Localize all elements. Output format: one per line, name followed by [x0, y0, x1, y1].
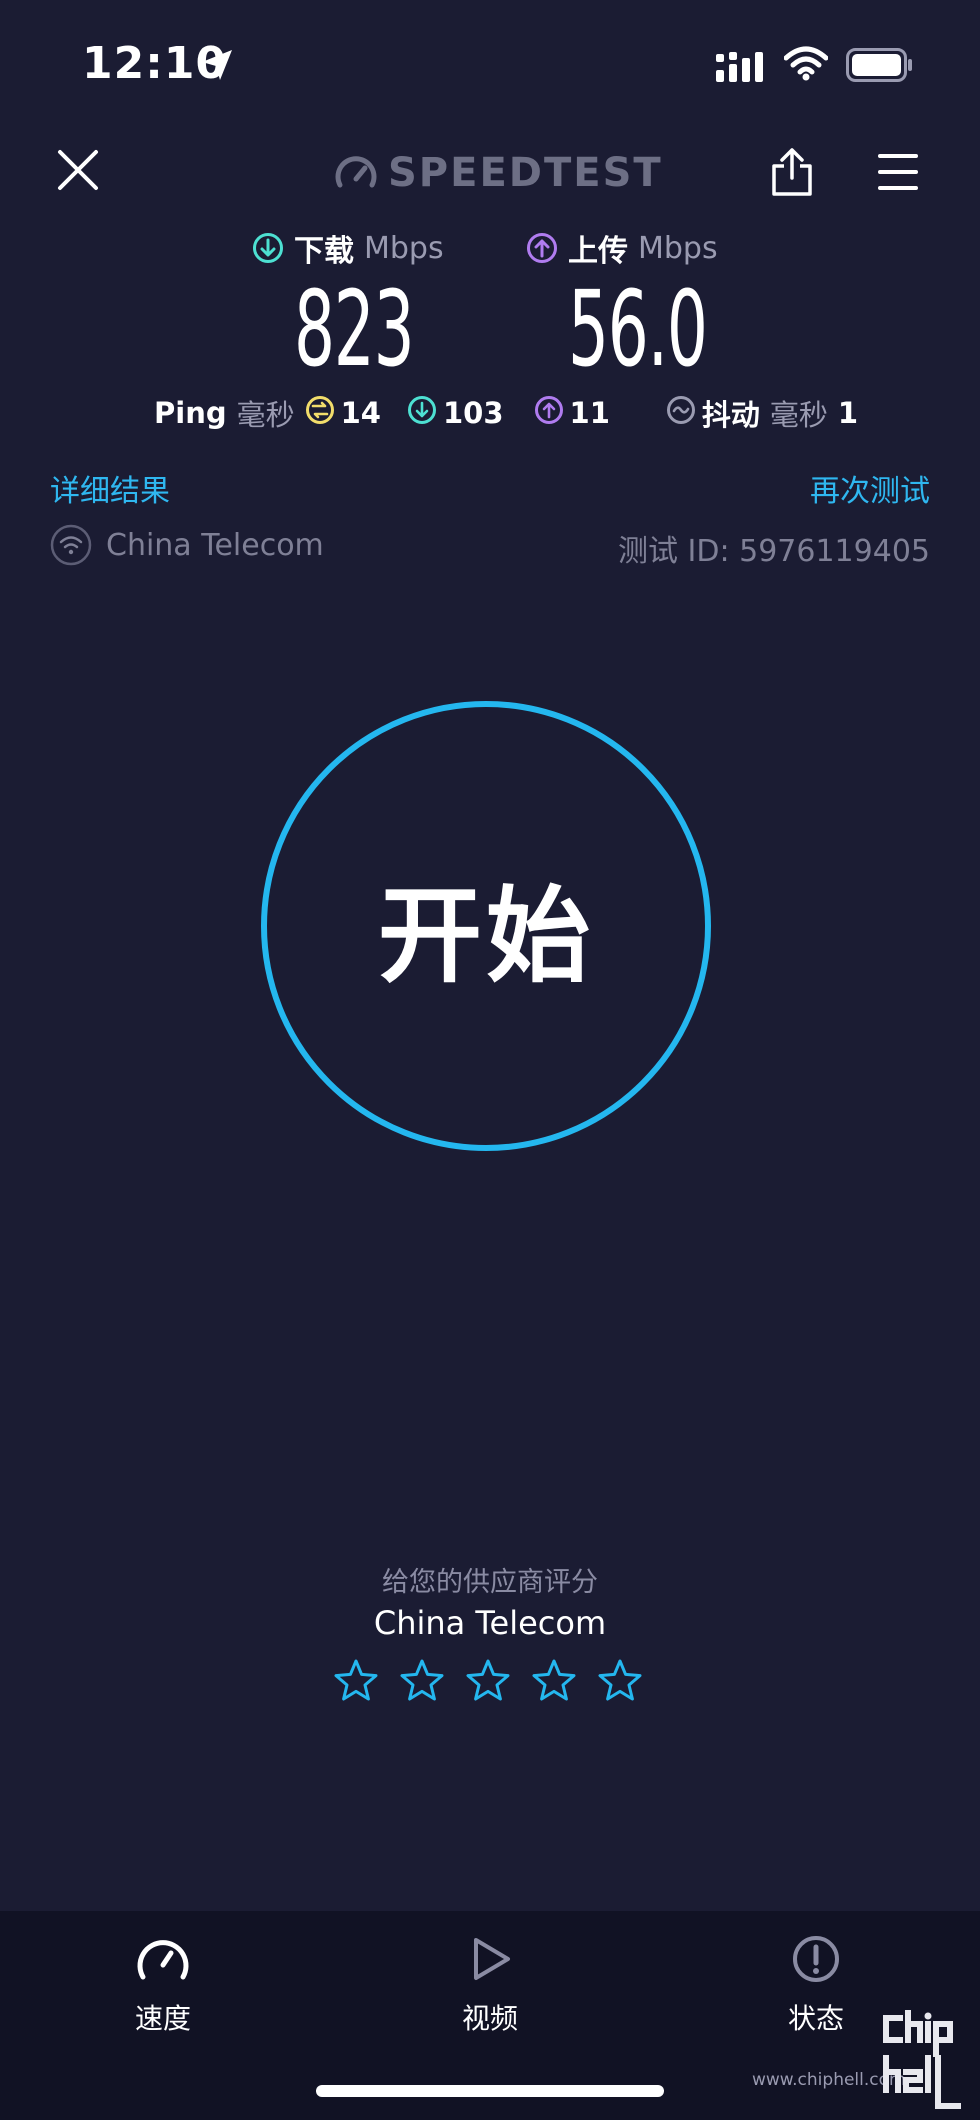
ping-row: Ping 毫秒 14 103 11 抖动 毫秒 1: [154, 392, 858, 434]
detailed-results-link[interactable]: 详细结果: [50, 466, 170, 510]
wifi-status-icon: [783, 46, 829, 86]
speedtest-logo: SPEEDTEST: [334, 150, 663, 196]
gauge-icon: [137, 1940, 189, 1980]
nav-video-label: 视频: [461, 2002, 518, 2035]
ping-upload-value: 11: [569, 396, 610, 430]
jitter-unit: 毫秒: [769, 398, 828, 432]
upload-label: 上传: [568, 234, 628, 269]
download-header: 下载 Mbps: [252, 226, 444, 270]
battery-icon: [846, 48, 914, 86]
idle-ping-icon: [305, 395, 335, 432]
rating-prompt: 给您的供应商评分: [382, 1567, 598, 1598]
rating-stars: [333, 1658, 643, 1704]
upload-unit: Mbps: [638, 230, 718, 266]
chiphell-logo-icon: [883, 2007, 961, 2109]
star-3-icon[interactable]: [465, 1658, 511, 1704]
watermark-logo: [880, 2007, 964, 2115]
cellular-signal-icon: [716, 50, 768, 88]
wifi-circle-icon: [50, 524, 92, 566]
start-button[interactable]: 开始: [261, 701, 711, 1151]
nav-speed-label: 速度: [134, 2002, 191, 2035]
star-2-icon[interactable]: [399, 1658, 445, 1704]
rating-isp-name: China Telecom: [373, 1604, 607, 1642]
ping-label: Ping: [154, 396, 227, 430]
star-4-icon[interactable]: [531, 1658, 577, 1704]
jitter-value: 1: [837, 396, 859, 430]
connection-info: China Telecom: [50, 524, 324, 566]
logo-text: SPEEDTEST: [388, 150, 663, 196]
ping-download-value: 103: [442, 396, 504, 430]
isp-name: China Telecom: [106, 527, 324, 563]
star-1-icon[interactable]: [333, 1658, 379, 1704]
retest-link[interactable]: 再次测试: [810, 466, 930, 510]
menu-button[interactable]: [878, 152, 918, 196]
ping-idle-value: 14: [340, 396, 381, 430]
hamburger-menu-icon: [878, 154, 918, 190]
close-button[interactable]: [56, 148, 108, 200]
jitter-label: 抖动: [701, 398, 760, 432]
upload-header: 上传 Mbps: [526, 226, 718, 270]
ping-download-icon: [407, 395, 437, 432]
speedtest-gauge-icon: [335, 156, 377, 188]
nav-status-label: 状态: [787, 2002, 844, 2035]
upload-arrow-icon: [527, 233, 557, 263]
test-id: 测试 ID: 5976119405: [618, 534, 930, 569]
upload-value: 56.0: [568, 268, 708, 390]
download-label: 下载: [294, 234, 354, 269]
jitter-icon: [666, 395, 696, 432]
ping-upload-icon: [534, 395, 564, 432]
home-indicator: [316, 2085, 664, 2097]
download-value: 823: [294, 268, 415, 390]
location-arrow-icon: [200, 48, 234, 86]
download-unit: Mbps: [364, 230, 444, 266]
alert-icon: [793, 1936, 839, 1982]
nav-item-speed[interactable]: 速度: [83, 1935, 243, 2037]
play-icon: [474, 1938, 510, 1980]
nav-item-video[interactable]: 视频: [410, 1935, 570, 2037]
share-icon: [772, 148, 812, 196]
star-5-icon[interactable]: [597, 1658, 643, 1704]
nav-item-status[interactable]: 状态: [736, 1935, 896, 2037]
close-icon: [58, 150, 98, 190]
download-arrow-icon: [253, 233, 283, 263]
ping-unit: 毫秒: [236, 398, 295, 432]
share-button[interactable]: [770, 146, 814, 202]
